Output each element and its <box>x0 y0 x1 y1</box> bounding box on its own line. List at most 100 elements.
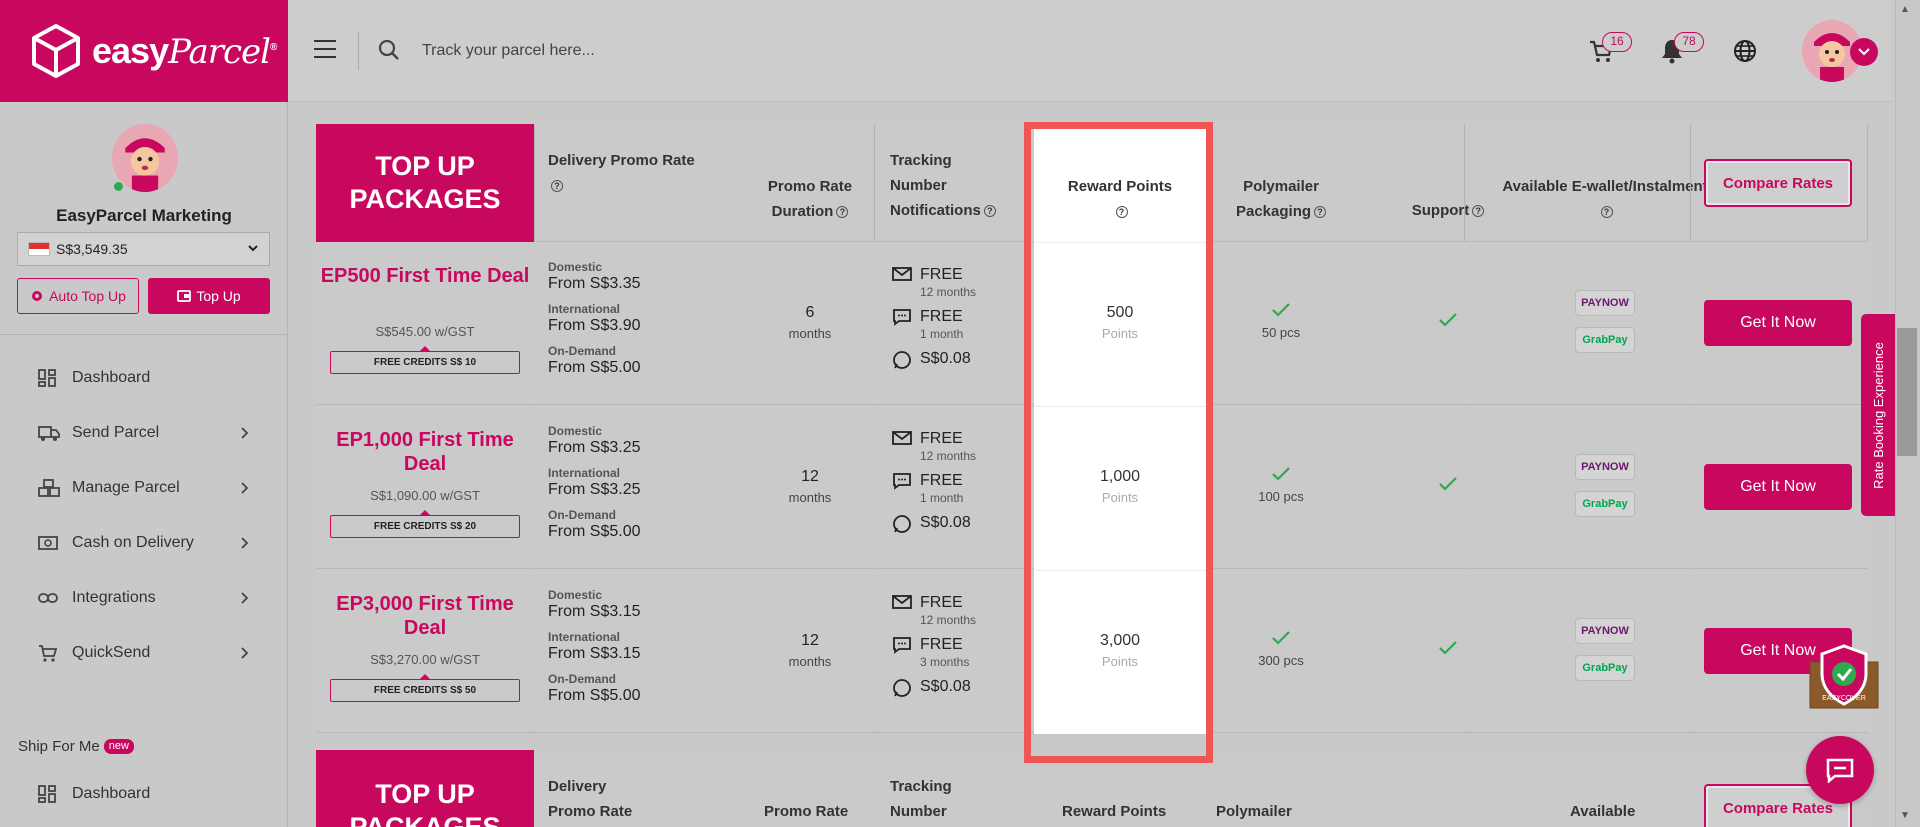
promo-rates: Domestic From S$3.15 International From S$… <box>548 588 641 704</box>
divider <box>1034 406 1206 407</box>
column-polymailer: Polymailer <box>1216 803 1292 820</box>
help-icon[interactable]: ? <box>1600 206 1613 218</box>
paynow-logo: PAYNOW <box>1575 618 1635 644</box>
check-icon <box>1272 631 1290 645</box>
compare-rates-button[interactable]: Compare Rates <box>1704 159 1852 207</box>
cart-button[interactable]: 16 <box>1588 32 1632 69</box>
reward-points-value: 3,000 Points <box>1099 632 1141 669</box>
deal-title: EP3,000 First Time Deal <box>336 593 514 639</box>
email-icon <box>892 595 912 609</box>
paynow-logo: PAYNOW <box>1575 454 1635 480</box>
email-icon <box>892 431 912 445</box>
support-check <box>1388 476 1508 497</box>
reward-points-value: 1,000 Points <box>1099 468 1141 505</box>
balance-select[interactable]: S$3,549.35 <box>17 232 270 266</box>
reward-points-column: Reward Points? 500 Points 1,000 Points 3,0… <box>1034 124 1206 734</box>
check-icon <box>1272 303 1290 317</box>
free-credits-tag: FREE CREDITS S$ 20 <box>330 510 520 538</box>
language-button[interactable] <box>1732 38 1758 69</box>
chevron-down-icon <box>1858 48 1870 56</box>
account-name: EasyParcel Marketing <box>56 206 232 225</box>
chevron-down-icon <box>248 245 258 252</box>
globe-icon <box>1734 40 1756 62</box>
support-check <box>1388 312 1508 333</box>
divider <box>1034 242 1206 243</box>
grabpay-logo: GrabPay <box>1575 655 1635 681</box>
column-wallet: Available E-wallet/Instalment? <box>1502 178 1708 218</box>
sidebar-item-quicksend[interactable]: QuickSend <box>0 633 288 673</box>
cart-plus-icon <box>39 645 58 662</box>
tracking-notifications: FREE 12 months FREE 1 month S$0.08 <box>890 266 976 378</box>
chevron-right-icon <box>241 427 248 439</box>
account-menu-toggle[interactable] <box>1850 38 1878 66</box>
notification-count-badge: 78 <box>1674 32 1704 52</box>
top-up-packages-table: TOP UP PACKAGES Delivery Promo Rate? Pro… <box>316 124 1868 734</box>
whatsapp-icon <box>893 679 911 697</box>
sms-icon <box>893 637 911 654</box>
svg-text:EASYCOVER: EASYCOVER <box>1822 695 1866 702</box>
deal-title: EP500 First Time Deal <box>320 265 530 287</box>
new-badge: new <box>103 739 134 754</box>
deal-price: S$3,270.00 w/GST <box>370 652 480 667</box>
sidebar-item-manage-parcel[interactable]: Manage Parcel <box>0 468 288 508</box>
wallet-icon <box>177 290 192 302</box>
chat-icon <box>1826 758 1854 783</box>
cart-count-badge: 16 <box>1602 32 1632 52</box>
chat-button[interactable] <box>1806 736 1874 804</box>
support-check <box>1388 640 1508 661</box>
column-tracking: Tracking Number <box>890 778 952 820</box>
packages-heading: TOP UP PACKAGES <box>316 750 534 827</box>
brand-name: easyParcel® <box>92 30 277 72</box>
sidebar-item-integrations[interactable]: Integrations <box>0 578 288 618</box>
help-icon[interactable]: ? <box>1314 206 1327 218</box>
scrollbar-thumb[interactable] <box>1897 328 1917 456</box>
column-delivery-rate: Delivery Promo Rate? <box>548 152 695 192</box>
box-logo-icon <box>32 24 80 78</box>
second-package-header: TOP UP PACKAGES Delivery Promo Rate Promo… <box>316 750 1868 827</box>
column-wallet: Available <box>1570 803 1636 820</box>
help-icon[interactable]: ? <box>1115 206 1128 218</box>
easycover-shield-icon: EASYCOVER <box>1809 644 1879 709</box>
sidebar-item-send-parcel[interactable]: Send Parcel <box>0 413 288 453</box>
balance-value: S$3,549.35 <box>56 241 128 257</box>
easycover-badge[interactable]: EASYCOVER <box>1806 644 1882 710</box>
sidebar-item-ship-dashboard[interactable]: Dashboard <box>0 774 288 814</box>
help-icon[interactable]: ? <box>551 180 563 192</box>
ewallet-options: PAYNOW GrabPay <box>1545 454 1665 528</box>
top-up-button[interactable]: Top Up <box>148 278 270 314</box>
menu-icon[interactable] <box>314 40 336 58</box>
scroll-down-arrow[interactable]: ▼ <box>1900 810 1910 821</box>
column-reward-points: Reward Points? <box>1067 178 1173 218</box>
sidebar-item-dashboard[interactable]: Dashboard <box>0 358 288 398</box>
packages-heading: TOP UP PACKAGES <box>316 124 534 242</box>
get-it-now-button[interactable]: Get It Now <box>1704 300 1852 346</box>
tracking-notifications: FREE 12 months FREE 3 months S$0.08 <box>890 594 976 706</box>
get-it-now-button[interactable]: Get It Now <box>1704 464 1852 510</box>
chevron-right-icon <box>241 592 248 604</box>
brand-logo[interactable]: easyParcel® <box>0 0 288 102</box>
scroll-up-arrow[interactable]: ▲ <box>1900 4 1910 15</box>
rate-booking-experience-tab[interactable]: Rate Booking Experience <box>1861 314 1895 516</box>
help-icon[interactable]: ? <box>983 205 996 217</box>
tracking-notifications: FREE 12 months FREE 1 month S$0.08 <box>890 430 976 542</box>
truck-icon <box>38 426 60 441</box>
auto-top-up-button[interactable]: Auto Top Up <box>17 278 139 314</box>
boxes-icon <box>38 479 60 497</box>
cash-icon <box>38 536 58 550</box>
grabpay-logo: GrabPay <box>1575 327 1635 353</box>
sidebar: EasyParcel Marketing S$3,549.35 Auto Top… <box>0 102 288 827</box>
notification-button[interactable]: 78 <box>1660 32 1704 69</box>
track-parcel-input[interactable] <box>422 34 922 68</box>
deal-price: S$1,090.00 w/GST <box>370 488 480 503</box>
promo-duration: 6 months <box>788 304 832 341</box>
help-icon[interactable]: ? <box>836 206 849 218</box>
polymailer-packaging: 300 pcs <box>1206 630 1356 668</box>
paynow-logo: PAYNOW <box>1575 290 1635 316</box>
sg-flag-icon <box>28 242 50 256</box>
sidebar-item-cash-on-delivery[interactable]: Cash on Delivery <box>0 523 288 563</box>
help-icon[interactable]: ? <box>1472 205 1485 217</box>
whatsapp-icon <box>893 351 911 369</box>
check-icon <box>1439 641 1457 655</box>
free-credits-tag: FREE CREDITS S$ 10 <box>330 346 520 374</box>
divider <box>1034 570 1206 571</box>
